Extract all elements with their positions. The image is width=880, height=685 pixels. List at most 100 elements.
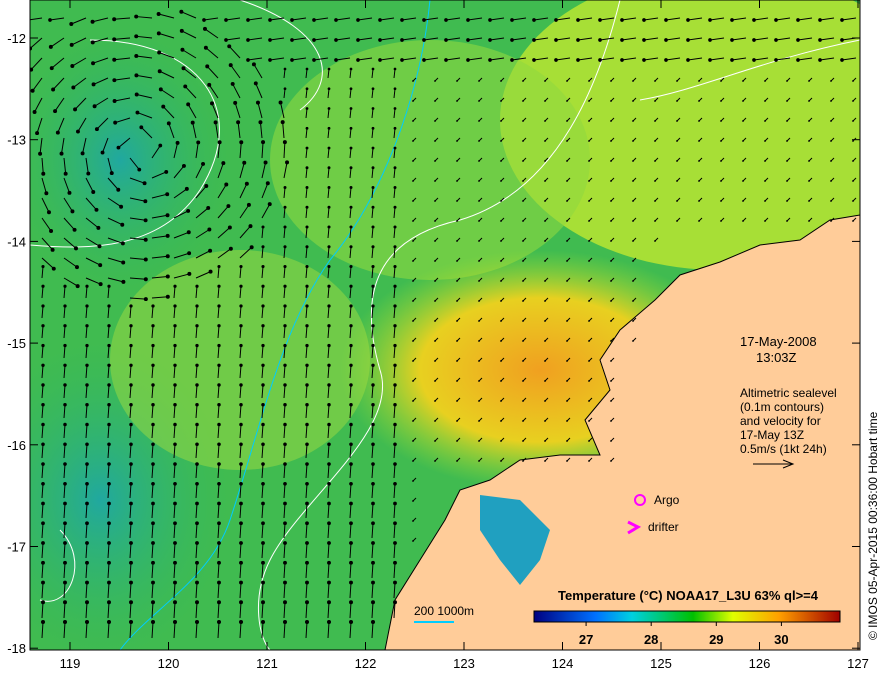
velocity-arrow-head (32, 110, 37, 114)
velocity-arrow-head (261, 620, 265, 625)
velocity-arrow-head (239, 343, 243, 348)
velocity-arrow-head (91, 82, 96, 87)
x-tick-label: 123 (453, 656, 475, 671)
velocity-arrow-head (371, 422, 375, 427)
velocity-arrow-head (522, 140, 524, 142)
velocity-arrow-head (283, 205, 287, 209)
velocity-arrow-head (500, 280, 502, 282)
velocity-arrow-head (63, 620, 67, 625)
velocity-arrow-head (207, 227, 212, 232)
velocity-arrow-head (500, 420, 502, 422)
velocity-arrow-head (356, 38, 360, 42)
velocity-arrow-head (500, 80, 502, 82)
velocity-arrow-head (698, 200, 700, 202)
velocity-arrow-head (48, 44, 53, 49)
velocity-arrow-head (500, 340, 502, 342)
velocity-arrow-head (554, 58, 558, 62)
velocity-arrow-head (112, 98, 117, 103)
velocity-arrow-head (808, 220, 810, 222)
velocity-arrow-head (63, 324, 67, 328)
velocity-arrow-head (434, 300, 436, 302)
velocity-arrow-head (173, 580, 177, 585)
velocity-arrow-head (500, 380, 502, 382)
velocity-arrow-head (203, 45, 208, 50)
velocity-arrow-head (730, 38, 734, 42)
velocity-arrow-head (327, 205, 331, 209)
velocity-arrow-head (242, 160, 247, 165)
velocity-arrow-head (129, 620, 133, 625)
velocity-arrow-head (217, 442, 221, 447)
velocity-arrow-head (588, 80, 590, 82)
velocity-arrow-head (456, 440, 458, 442)
velocity-arrow-head (371, 620, 375, 625)
velocity-arrow-head (221, 161, 226, 166)
velocity-arrow-head (830, 200, 832, 202)
velocity-arrow-head (349, 324, 353, 328)
velocity-arrow-head (371, 146, 375, 150)
velocity-arrow-head (173, 481, 177, 486)
velocity-arrow-head (204, 184, 209, 188)
velocity-arrow-head (620, 18, 624, 22)
velocity-arrow-head (86, 171, 91, 176)
velocity-arrow-head (830, 80, 832, 82)
velocity-arrow-head (349, 541, 353, 545)
velocity-arrow-head (720, 80, 722, 82)
velocity-arrow-head (71, 85, 76, 90)
velocity-arrow-head (327, 324, 331, 328)
velocity-arrow-head (151, 383, 155, 387)
velocity-arrow-head (239, 560, 243, 565)
velocity-arrow-head (456, 140, 458, 142)
velocity-arrow-head (239, 264, 243, 269)
velocity-arrow-head (268, 38, 272, 42)
velocity-arrow-head (217, 422, 221, 427)
velocity-arrow-head (173, 284, 177, 288)
velocity-arrow-head (522, 200, 524, 202)
velocity-arrow-head (195, 324, 199, 328)
velocity-arrow-head (371, 186, 375, 190)
velocity-arrow-head (522, 100, 524, 102)
velocity-arrow-head (107, 324, 111, 328)
velocity-arrow-head (412, 140, 414, 142)
velocity-arrow-head (312, 18, 316, 22)
velocity-arrow-head (412, 280, 414, 282)
velocity-arrow-head (305, 560, 309, 565)
velocity-arrow-head (588, 280, 590, 282)
velocity-arrow-head (676, 180, 678, 182)
velocity-arrow-head (588, 340, 590, 342)
velocity-arrow-head (830, 180, 832, 182)
velocity-arrow-head (478, 220, 480, 222)
velocity-arrow-head (239, 140, 244, 145)
velocity-arrow-head (290, 38, 294, 42)
velocity-arrow-head (698, 220, 700, 222)
velocity-arrow-head (91, 189, 96, 194)
velocity-arrow-head (808, 100, 810, 102)
velocity-arrow-head (349, 304, 353, 308)
velocity-arrow-head (41, 343, 45, 348)
velocity-arrow-head (248, 224, 253, 229)
velocity-arrow-head (742, 160, 744, 162)
velocity-arrow-head (610, 320, 612, 322)
velocity-arrow-head (327, 284, 331, 288)
velocity-arrow-head (97, 244, 102, 249)
velocity-arrow-head (456, 300, 458, 302)
velocity-arrow-head (588, 120, 590, 122)
velocity-arrow-head (305, 403, 309, 407)
velocity-arrow-head (371, 67, 375, 71)
velocity-arrow-head (742, 180, 744, 182)
velocity-arrow-head (190, 120, 195, 125)
velocity-arrow-head (327, 481, 331, 486)
velocity-arrow-head (544, 140, 546, 142)
velocity-arrow-head (67, 190, 72, 195)
velocity-arrow-head (179, 9, 184, 14)
velocity-arrow-head (742, 100, 744, 102)
velocity-arrow-head (305, 225, 309, 229)
velocity-arrow-head (239, 403, 243, 407)
velocity-arrow-head (610, 180, 612, 182)
velocity-arrow-head (151, 363, 155, 367)
velocity-arrow-head (282, 140, 287, 145)
velocity-arrow-head (283, 363, 287, 367)
velocity-arrow-head (305, 462, 309, 466)
sst-map: 119 120 121 122 123 124 125 126 127 -12 -13 -14 -15… (0, 0, 880, 680)
velocity-arrow-head (478, 320, 480, 322)
velocity-arrow-head (283, 462, 287, 466)
